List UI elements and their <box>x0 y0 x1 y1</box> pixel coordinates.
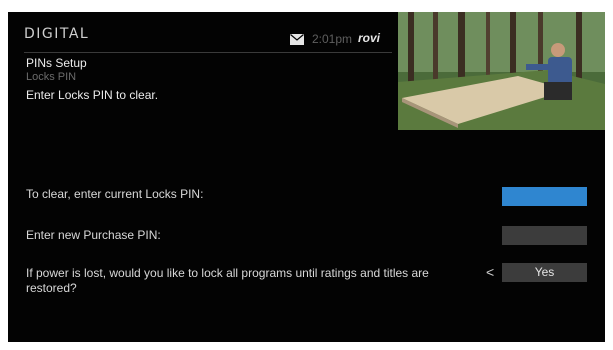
new-purchase-pin-input[interactable] <box>502 226 587 245</box>
header-panel: DIGITAL 2:01pm rovi PINs Setup Locks PIN… <box>8 12 398 138</box>
power-lost-lock-label: If power is lost, would you like to lock… <box>26 266 429 295</box>
envelope-icon <box>290 34 304 45</box>
new-purchase-pin-label: Enter new Purchase PIN: <box>26 228 161 242</box>
instruction-text: Enter Locks PIN to clear. <box>26 88 159 102</box>
video-frame-image <box>398 12 605 130</box>
live-video-preview <box>398 12 605 130</box>
clear-pin-label: To clear, enter current Locks PIN: <box>26 187 204 201</box>
header-divider <box>24 52 392 53</box>
power-lost-lock-selector[interactable]: Yes <box>502 263 587 282</box>
page-title: PINs Setup <box>26 56 87 70</box>
logo: DIGITAL <box>24 26 90 42</box>
clock-time: 2:01pm <box>312 32 353 46</box>
page-subtitle: Locks PIN <box>26 71 77 83</box>
chevron-left-icon[interactable]: < <box>486 264 494 280</box>
tv-screen: DIGITAL 2:01pm rovi PINs Setup Locks PIN… <box>8 12 605 342</box>
current-locks-pin-input[interactable] <box>502 187 587 206</box>
brand-logo: rovi <box>358 31 381 45</box>
